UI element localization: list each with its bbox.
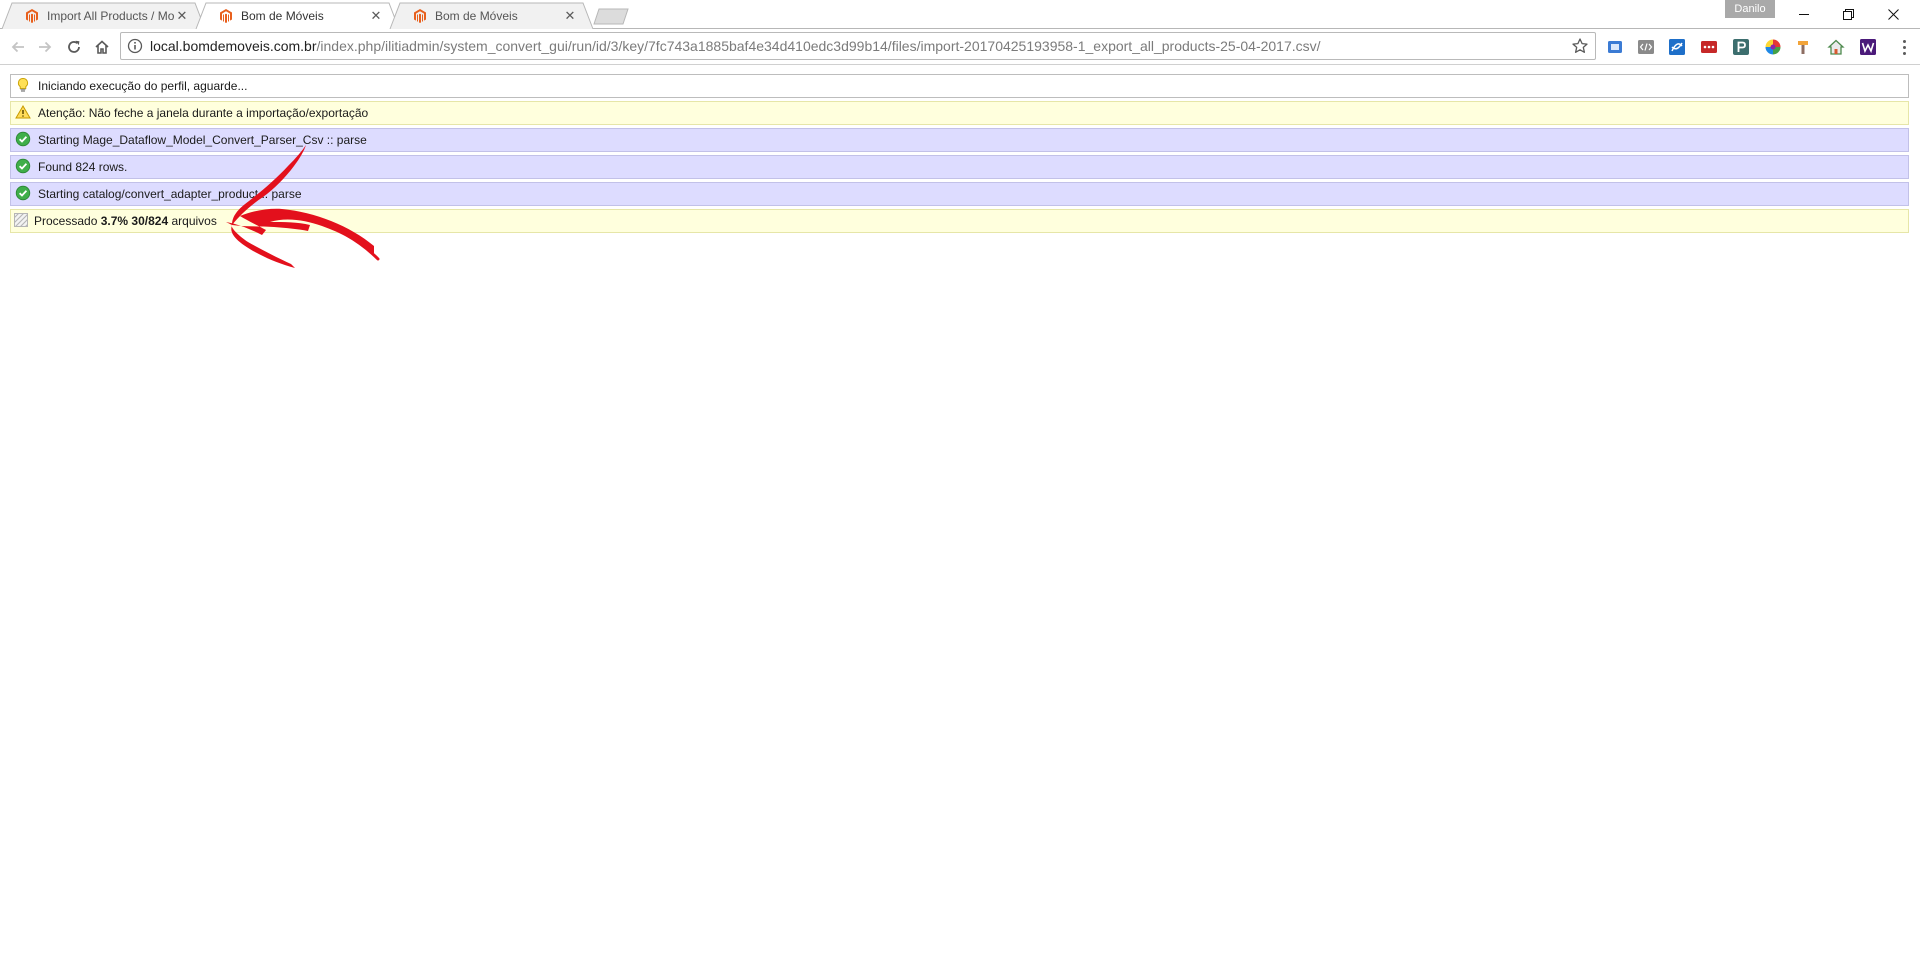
magento-favicon-icon	[220, 8, 232, 23]
tab-strip: Import All Products / Mo ✕ Bom de Móveis…	[0, 0, 1920, 30]
restore-icon	[1843, 8, 1854, 20]
reload-button[interactable]	[60, 33, 88, 61]
message-text: Atenção: Não feche a janela durante a im…	[38, 106, 369, 120]
url-text[interactable]: local.bomdemoveis.com.br/index.php/iliti…	[150, 38, 1571, 54]
message-text: Starting Mage_Dataflow_Model_Convert_Par…	[38, 133, 367, 147]
message-warning: Atenção: Não feche a janela durante a im…	[10, 101, 1909, 125]
progress-stripes-icon	[14, 213, 28, 227]
address-bar[interactable]: local.bomdemoveis.com.br/index.php/iliti…	[120, 32, 1596, 60]
url-path: /index.php/ilitiadmin/system_convert_gui…	[316, 38, 1321, 54]
screenshot-ext-icon[interactable]	[1668, 38, 1686, 56]
message-success: Starting Mage_Dataflow_Model_Convert_Par…	[10, 128, 1909, 152]
new-tab-button[interactable]	[593, 8, 629, 25]
tab-title: Bom de Móveis	[435, 8, 518, 23]
tab-close-icon[interactable]: ✕	[563, 8, 577, 22]
progress-total: 824	[148, 214, 169, 228]
progress-text: Processado 3.7% 30/824 arquivos	[34, 214, 217, 228]
message-success: Starting catalog/convert_adapter_product…	[10, 182, 1909, 206]
lightbulb-icon	[18, 77, 28, 92]
bookmark-ext-icon[interactable]	[1606, 38, 1624, 56]
arrow-left-icon	[11, 41, 24, 53]
magento-favicon-icon	[26, 8, 38, 23]
home-ext-icon[interactable]	[1827, 38, 1845, 56]
forward-button[interactable]	[31, 33, 59, 61]
tab-title: Import All Products / Mo	[47, 8, 175, 23]
progress-current: 30	[131, 214, 145, 228]
message-info: Iniciando execução do perfil, aguarde...	[10, 74, 1909, 98]
reload-icon	[68, 40, 80, 53]
tab-import-products[interactable]: Import All Products / Mo ✕	[1, 2, 206, 30]
warning-icon	[15, 104, 31, 118]
progress-percent: 3.7%	[100, 214, 129, 228]
bookmark-star-icon[interactable]	[1571, 37, 1589, 55]
minimize-icon	[1798, 14, 1809, 15]
counter-ext-icon[interactable]	[1700, 38, 1718, 56]
hammer-ext-icon[interactable]	[1795, 38, 1813, 56]
profile-badge[interactable]: Danilo	[1725, 0, 1775, 18]
menu-dot	[1902, 45, 1906, 49]
tab-bom-de-moveis[interactable]: Bom de Móveis ✕	[389, 2, 594, 30]
browser-menu-button[interactable]	[1896, 35, 1912, 59]
restore-button[interactable]	[1826, 0, 1871, 28]
pinterest-ext-icon[interactable]	[1732, 38, 1750, 56]
browser-toolbar: local.bomdemoveis.com.br/index.php/iliti…	[0, 29, 1920, 65]
tab-close-icon[interactable]: ✕	[369, 8, 383, 22]
close-window-button[interactable]	[1871, 0, 1916, 28]
message-text: Iniciando execução do perfil, aguarde...	[38, 79, 248, 93]
wappalyzer-ext-icon[interactable]	[1859, 38, 1877, 56]
success-check-icon	[15, 158, 31, 173]
message-text: Found 824 rows.	[38, 160, 128, 174]
tab-title: Bom de Móveis	[241, 8, 324, 23]
success-check-icon	[15, 185, 31, 200]
menu-dot	[1902, 39, 1906, 43]
minimize-button[interactable]	[1781, 0, 1826, 28]
code-ext-icon[interactable]	[1637, 38, 1655, 56]
tab-bom-de-moveis-active[interactable]: Bom de Móveis ✕	[195, 2, 400, 30]
progress-suffix: arquivos	[171, 214, 217, 228]
home-button[interactable]	[88, 33, 116, 61]
close-icon	[1888, 8, 1899, 20]
page-content: Iniciando execução do perfil, aguarde...…	[0, 66, 1920, 960]
magento-favicon-icon	[414, 8, 426, 23]
progress-prefix: Processado	[34, 214, 98, 228]
back-button[interactable]	[4, 33, 32, 61]
url-host: local.bomdemoveis.com.br	[150, 38, 317, 54]
success-check-icon	[15, 131, 31, 146]
progress-message: Processado 3.7% 30/824 arquivos	[10, 209, 1909, 233]
home-icon	[95, 40, 109, 54]
info-icon[interactable]	[127, 38, 143, 54]
tab-close-icon[interactable]: ✕	[175, 8, 189, 22]
menu-dot	[1902, 51, 1906, 55]
message-success: Found 824 rows.	[10, 155, 1909, 179]
progress-count: 30/824	[131, 214, 168, 228]
message-text: Starting catalog/convert_adapter_product…	[38, 187, 302, 201]
color-picker-ext-icon[interactable]	[1764, 38, 1782, 56]
arrow-right-icon	[39, 41, 52, 53]
